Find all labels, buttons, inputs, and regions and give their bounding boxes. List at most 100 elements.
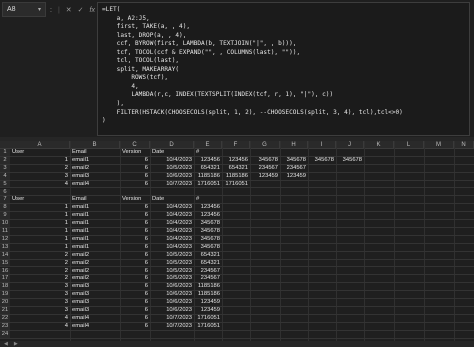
cell-g9[interactable] <box>252 212 278 219</box>
cell-f10[interactable] <box>224 220 248 227</box>
formula-input[interactable]: =LET( a, A2:J5, first, TAKE(a, , 4), las… <box>97 2 470 136</box>
cell-g13[interactable] <box>252 244 278 251</box>
row-header[interactable]: 2 <box>0 156 10 164</box>
cell-e13[interactable]: 345678 <box>196 244 220 251</box>
column-header-k[interactable]: K <box>364 141 394 149</box>
cell-d23[interactable]: 10/7/2023 <box>152 323 192 330</box>
cell-b17[interactable]: email2 <box>72 275 118 282</box>
cell-b16[interactable]: email2 <box>72 268 118 275</box>
cell-f17[interactable] <box>224 275 248 282</box>
cell-e4[interactable]: 1185186 <box>196 173 220 180</box>
cell-c1[interactable]: Version <box>122 149 148 156</box>
cell-c7[interactable]: Version <box>122 196 148 203</box>
cell-b19[interactable]: email3 <box>72 291 118 298</box>
cell-i18[interactable] <box>310 283 334 290</box>
row-header[interactable]: 16 <box>0 267 10 275</box>
cell-e2[interactable]: 123456 <box>196 157 220 164</box>
row-header[interactable]: 15 <box>0 259 10 267</box>
cell-b13[interactable]: email1 <box>72 244 118 251</box>
column-header-h[interactable]: H <box>280 141 308 149</box>
cell-f20[interactable] <box>224 299 248 306</box>
cell-f19[interactable] <box>224 291 248 298</box>
cell-h18[interactable] <box>282 283 306 290</box>
row-header[interactable]: 11 <box>0 228 10 235</box>
cell-i1[interactable] <box>310 149 334 156</box>
cell-i15[interactable] <box>310 260 334 267</box>
cell-j5[interactable] <box>338 181 362 188</box>
column-header-c[interactable]: C <box>120 141 150 149</box>
cell-b23[interactable]: email4 <box>72 323 118 330</box>
cell-g4[interactable]: 123459 <box>252 173 278 180</box>
row-header[interactable]: 20 <box>0 299 10 306</box>
cell-f14[interactable] <box>224 252 248 259</box>
cell-d22[interactable]: 10/7/2023 <box>152 315 192 322</box>
cell-g11[interactable] <box>252 228 278 235</box>
cell-e6[interactable] <box>196 189 220 196</box>
cell-j10[interactable] <box>338 220 362 227</box>
cell-h13[interactable] <box>282 244 306 251</box>
cell-f18[interactable] <box>224 283 248 290</box>
cell-d18[interactable]: 10/6/2023 <box>152 283 192 290</box>
cell-f8[interactable] <box>224 204 248 211</box>
column-header-j[interactable]: J <box>336 141 364 149</box>
spreadsheet-grid[interactable]: 1 User Email Version Date #2 1 email1 6 10/4/2023… <box>0 149 474 341</box>
cell-j16[interactable] <box>338 268 362 275</box>
column-header-e[interactable]: E <box>194 141 222 149</box>
cell-j21[interactable] <box>338 307 362 314</box>
cell-d21[interactable]: 10/6/2023 <box>152 307 192 314</box>
cell-c10[interactable]: 6 <box>122 220 148 227</box>
cell-f1[interactable] <box>224 149 248 156</box>
cell-c15[interactable]: 6 <box>122 260 148 267</box>
cell-g20[interactable] <box>252 299 278 306</box>
cell-a11[interactable]: 1 <box>12 228 68 235</box>
cell-j6[interactable] <box>338 189 362 196</box>
cell-a10[interactable]: 1 <box>12 220 68 227</box>
cell-f13[interactable] <box>224 244 248 251</box>
cell-d20[interactable]: 10/6/2023 <box>152 299 192 306</box>
cell-g23[interactable] <box>252 323 278 330</box>
column-header-m[interactable]: M <box>424 141 454 149</box>
cell-f9[interactable] <box>224 212 248 219</box>
cell-f5[interactable]: 1716051 <box>224 181 248 188</box>
cell-h6[interactable] <box>282 189 306 196</box>
check-icon[interactable]: ✓ <box>78 6 84 14</box>
cell-c8[interactable]: 6 <box>122 204 148 211</box>
cell-f3[interactable]: 654321 <box>224 165 248 172</box>
cell-e17[interactable]: 234567 <box>196 275 220 282</box>
cell-g18[interactable] <box>252 283 278 290</box>
cell-i4[interactable] <box>310 173 334 180</box>
cell-c3[interactable]: 6 <box>122 165 148 172</box>
cell-h12[interactable] <box>282 236 306 243</box>
cell-j9[interactable] <box>338 212 362 219</box>
cell-j22[interactable] <box>338 315 362 322</box>
cell-e10[interactable]: 345678 <box>196 220 220 227</box>
row-header[interactable]: 3 <box>0 164 10 172</box>
name-box[interactable]: A8 ▾ <box>2 2 46 17</box>
cell-d9[interactable]: 10/4/2023 <box>152 212 192 219</box>
cell-b2[interactable]: email1 <box>72 157 118 164</box>
cell-e24[interactable] <box>196 331 220 338</box>
row-header[interactable]: 10 <box>0 220 10 227</box>
cell-i17[interactable] <box>310 275 334 282</box>
cell-h20[interactable] <box>282 299 306 306</box>
row-header[interactable]: 21 <box>0 307 10 314</box>
cell-e18[interactable]: 1185186 <box>196 283 220 290</box>
column-header-b[interactable]: B <box>70 141 120 149</box>
cell-h19[interactable] <box>282 291 306 298</box>
cell-i3[interactable] <box>310 165 334 172</box>
cell-e14[interactable]: 654321 <box>196 252 220 259</box>
cell-i22[interactable] <box>310 315 334 322</box>
cell-d19[interactable]: 10/6/2023 <box>152 291 192 298</box>
cell-g24[interactable] <box>252 331 278 338</box>
cell-a21[interactable]: 3 <box>12 307 68 314</box>
cell-b15[interactable]: email2 <box>72 260 118 267</box>
cell-i16[interactable] <box>310 268 334 275</box>
cell-j12[interactable] <box>338 236 362 243</box>
cell-e20[interactable]: 123459 <box>196 299 220 306</box>
cell-b24[interactable] <box>72 331 118 338</box>
cell-g16[interactable] <box>252 268 278 275</box>
cell-a23[interactable]: 4 <box>12 323 68 330</box>
cell-d24[interactable] <box>152 331 192 338</box>
row-header[interactable]: 12 <box>0 235 10 243</box>
scroll-left-icon[interactable]: ◀ <box>4 341 8 347</box>
